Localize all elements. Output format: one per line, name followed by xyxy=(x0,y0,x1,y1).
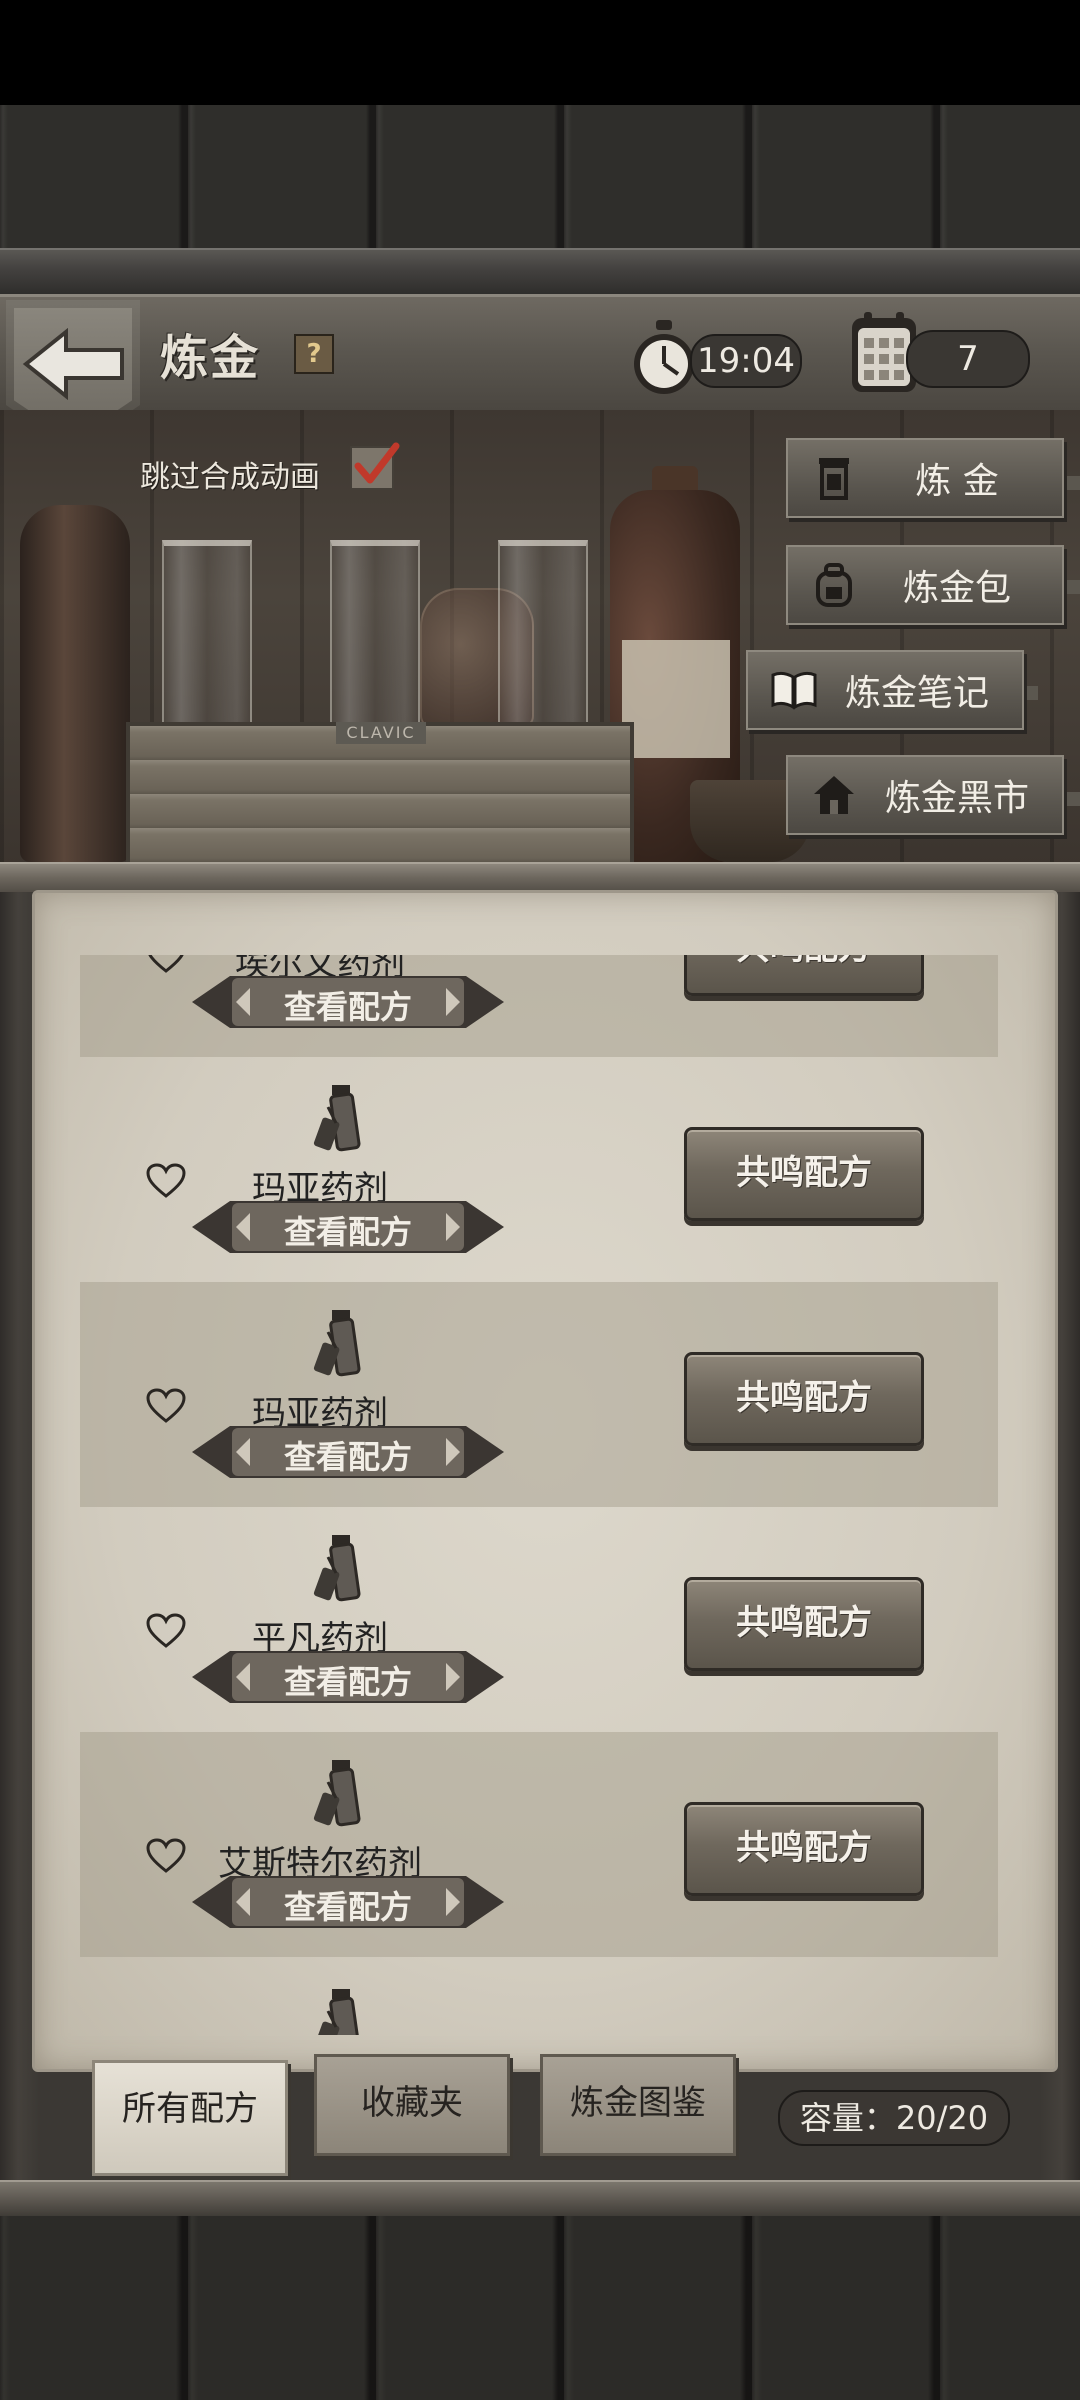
recipe-potion-icon xyxy=(310,1533,376,1609)
alchemy-button[interactable]: 炼 金 xyxy=(786,438,1064,518)
bottle-label xyxy=(622,640,730,758)
recipe-potion-icon xyxy=(310,1083,376,1159)
view-recipe-button[interactable]: 查看配方 xyxy=(192,1199,504,1255)
recipe-list-viewport[interactable]: 埃尔文药剂查看配方共鸣配方玛亚药剂查看配方共鸣配方玛亚药剂查看配方共鸣配方平凡药… xyxy=(80,955,1000,2035)
status-bar-area xyxy=(0,0,1080,105)
view-recipe-button[interactable]: 查看配方 xyxy=(192,1874,504,1930)
skip-animation-label: 跳过合成动画 xyxy=(140,460,320,495)
backpack-icon xyxy=(816,563,852,607)
recipe-potion-icon xyxy=(310,1987,376,2035)
tab-all-recipes[interactable]: 所有配方 xyxy=(92,2060,288,2176)
help-button[interactable]: ? xyxy=(294,334,334,374)
wood-wall-top xyxy=(0,105,1080,250)
alchemy-bag-button-label: 炼金包 xyxy=(902,568,1011,609)
view-recipe-label: 查看配方 xyxy=(283,1213,412,1251)
alchemy-notes-button[interactable]: 炼金笔记 xyxy=(746,650,1024,730)
recipe-row xyxy=(80,1957,998,2035)
tab-codex[interactable]: 炼金图鉴 xyxy=(540,2054,736,2156)
view-recipe-button[interactable]: 查看配方 xyxy=(192,1649,504,1705)
recipe-row: 埃尔文药剂查看配方共鸣配方 xyxy=(80,955,998,1057)
page-title: 炼金 xyxy=(160,330,261,386)
alchemy-bag-button[interactable]: 炼金包 xyxy=(786,545,1064,625)
recipe-list: 埃尔文药剂查看配方共鸣配方玛亚药剂查看配方共鸣配方玛亚药剂查看配方共鸣配方平凡药… xyxy=(80,955,1000,2035)
view-recipe-label: 查看配方 xyxy=(283,1438,412,1476)
trash-bin-icon xyxy=(819,458,849,500)
black-market-button[interactable]: 炼金黑市 xyxy=(786,755,1064,835)
skip-animation-checkbox[interactable] xyxy=(350,442,400,490)
check-icon xyxy=(354,442,400,484)
button-peg xyxy=(1062,792,1080,806)
recipe-row: 艾斯特尔药剂 查看配方 共鸣配方 xyxy=(80,1732,998,1957)
button-peg xyxy=(1062,476,1080,490)
ingredient-slot-1[interactable] xyxy=(162,540,252,728)
resonate-recipe-button[interactable]: 共鸣配方 xyxy=(684,1127,924,1221)
potion-icon xyxy=(313,1535,361,1602)
recipe-row: 玛亚药剂 查看配方 共鸣配方 xyxy=(80,1282,998,1507)
day-counter: 7 xyxy=(906,330,1030,388)
potion-icon xyxy=(313,1085,361,1152)
bottom-ledge xyxy=(0,2180,1080,2218)
ingredient-slot-3[interactable] xyxy=(498,540,588,728)
alchemy-button-label: 炼 金 xyxy=(915,461,999,502)
resonate-recipe-button[interactable]: 共鸣配方 xyxy=(684,1802,924,1896)
resonate-recipe-button[interactable]: 共鸣配方 xyxy=(684,1352,924,1446)
tab-favorites[interactable]: 收藏夹 xyxy=(314,2054,510,2156)
recipe-row: 平凡药剂 查看配方 共鸣配方 xyxy=(80,1507,998,1732)
view-recipe-label: 查看配方 xyxy=(283,1888,412,1926)
black-market-button-label: 炼金黑市 xyxy=(884,778,1029,819)
view-recipe-label: 查看配方 xyxy=(283,988,412,1026)
view-recipe-button[interactable]: 查看配方 xyxy=(192,974,504,1030)
resonate-recipe-button[interactable]: 共鸣配方 xyxy=(684,1577,924,1671)
recipe-potion-icon xyxy=(310,1308,376,1384)
wood-wall-bottom xyxy=(0,2216,1080,2400)
recipe-row: 玛亚药剂 查看配方 共鸣配方 xyxy=(80,1057,998,1282)
potion-icon xyxy=(313,1989,361,2035)
view-recipe-label: 查看配方 xyxy=(283,1663,412,1701)
house-icon xyxy=(814,776,854,814)
recipe-potion-icon xyxy=(310,1758,376,1834)
button-peg xyxy=(1062,580,1080,594)
view-recipe-button[interactable]: 查看配方 xyxy=(192,1424,504,1480)
capacity-indicator: 容量：20/20 xyxy=(778,2090,1010,2146)
top-ledge xyxy=(0,248,1080,296)
open-book-icon xyxy=(771,671,817,710)
potion-icon xyxy=(313,1310,361,1377)
potion-icon xyxy=(313,1760,361,1827)
ingredient-slot-2[interactable] xyxy=(330,540,420,728)
crate-label: CLAVIC xyxy=(336,722,426,744)
lamp-decoration xyxy=(20,505,130,862)
alchemy-notes-button-label: 炼金笔记 xyxy=(844,673,989,714)
crate xyxy=(126,722,634,870)
back-arrow-icon xyxy=(22,328,124,400)
resonate-recipe-button[interactable]: 共鸣配方 xyxy=(684,955,924,996)
game-clock: 19:04 xyxy=(690,334,802,388)
